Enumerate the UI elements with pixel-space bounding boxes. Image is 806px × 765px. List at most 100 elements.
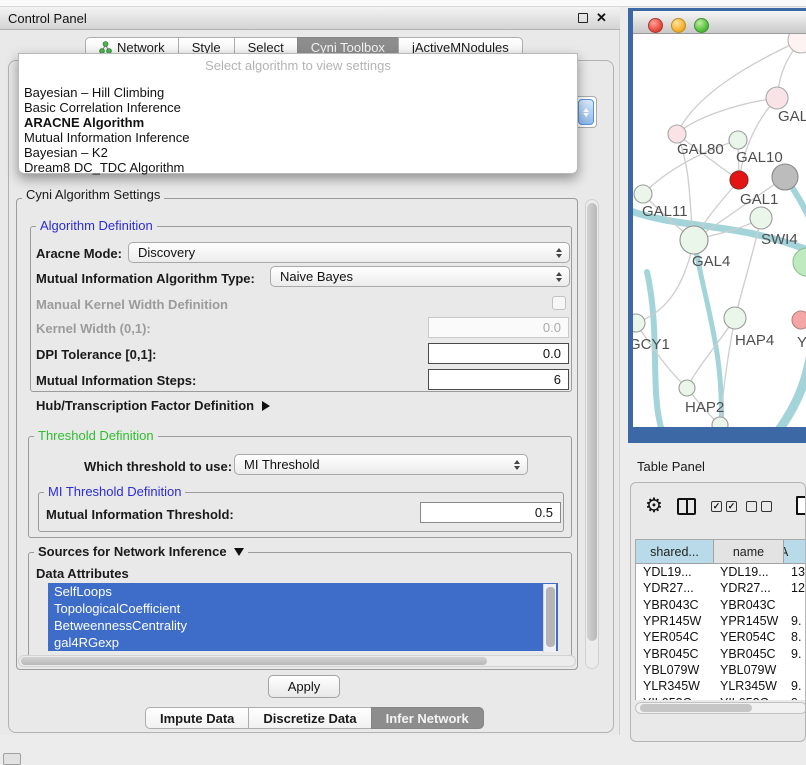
- table-row[interactable]: YBR043CYBR043C: [636, 597, 806, 613]
- tab-infer-network[interactable]: Infer Network: [371, 707, 484, 729]
- cyni-bottom-tabs: Impute Data Discretize Data Infer Networ…: [145, 707, 484, 729]
- column-header-shared-name[interactable]: shared...: [636, 540, 714, 563]
- network-window-titlebar[interactable]: [633, 11, 806, 34]
- dropdown-item[interactable]: Bayesian – K2: [24, 145, 572, 160]
- network-node[interactable]: [633, 314, 645, 332]
- kernel-width-field[interactable]: 0.0: [428, 317, 569, 338]
- node-label: GAL4: [692, 253, 730, 270]
- attributes-list-scrollbar[interactable]: [543, 584, 556, 652]
- network-node[interactable]: [634, 185, 652, 203]
- network-node[interactable]: [793, 248, 806, 276]
- node-label: Y: [797, 334, 806, 351]
- tab-discretize-data[interactable]: Discretize Data: [248, 707, 371, 729]
- network-node-red[interactable]: [730, 171, 748, 189]
- column-header-clipped[interactable]: A: [784, 540, 806, 563]
- network-node[interactable]: [792, 311, 806, 329]
- checked-checkbox-icon[interactable]: [711, 501, 722, 512]
- aracne-mode-combobox[interactable]: Discovery: [128, 242, 570, 263]
- gear-icon[interactable]: ⚙: [645, 493, 663, 518]
- table-row[interactable]: YDR27...YDR27...12: [636, 580, 806, 596]
- apply-button[interactable]: Apply: [268, 675, 340, 698]
- table-row[interactable]: YIL052CYIL052C9: [636, 694, 806, 700]
- which-threshold-combobox[interactable]: MI Threshold: [234, 454, 528, 475]
- combo-arrows-icon: [556, 272, 562, 282]
- dropdown-item[interactable]: Bayesian – Hill Climbing: [24, 85, 572, 100]
- table-row[interactable]: YDL19...YDL19...13: [636, 564, 806, 580]
- hub-definition-expander[interactable]: Hub/Transcription Factor Definition: [36, 398, 270, 413]
- node-label: GCY1: [633, 336, 670, 353]
- mi-type-combobox[interactable]: Naive Bayes: [270, 266, 570, 287]
- table-toolbar: ⚙: [631, 503, 806, 533]
- sources-expander[interactable]: Sources for Network Inference: [34, 544, 248, 559]
- split-columns-icon[interactable]: [677, 498, 696, 515]
- close-button[interactable]: [648, 18, 663, 33]
- table-row[interactable]: YBL079WYBL079W: [636, 662, 806, 678]
- node-label: GAL10: [736, 149, 783, 166]
- manual-kernel-label: Manual Kernel Width Definition: [36, 297, 228, 312]
- combo-arrows-icon: [556, 248, 562, 258]
- table-row[interactable]: YPR145WYPR145W9.: [636, 613, 806, 629]
- table-horizontal-scrollbar[interactable]: [635, 702, 806, 714]
- bottom-left-widget[interactable]: [3, 753, 21, 765]
- dpi-tolerance-label: DPI Tolerance [0,1]:: [36, 347, 156, 362]
- network-node[interactable]: [680, 226, 708, 254]
- tab-impute-data[interactable]: Impute Data: [145, 707, 249, 729]
- network-canvas[interactable]: GAL GAL80 GAL10 GAL1 GAL11 SWI4 GAL4 GCY…: [633, 34, 806, 427]
- dropdown-item-selected[interactable]: ARACNE Algorithm: [24, 115, 572, 130]
- minimize-button[interactable]: [671, 18, 686, 33]
- scrollbar-thumb[interactable]: [640, 704, 752, 712]
- attribute-item-selected[interactable]: SelfLoops: [48, 583, 558, 600]
- combo-value: Naive Bayes: [280, 269, 353, 284]
- scrollbar-thumb[interactable]: [587, 203, 597, 641]
- unchecked-checkbox-icon[interactable]: [746, 501, 757, 512]
- combo-value: MI Threshold: [244, 457, 320, 472]
- unchecked-checkbox-icon[interactable]: [761, 501, 772, 512]
- network-node[interactable]: [724, 307, 746, 329]
- table-body: YDL19...YDL19...13 YDR27...YDR27...12 YB…: [636, 564, 806, 700]
- network-node[interactable]: [712, 417, 728, 427]
- combo-value: Discovery: [138, 245, 195, 260]
- mi-type-label: Mutual Information Algorithm Type:: [36, 271, 255, 286]
- zoom-button[interactable]: [694, 18, 709, 33]
- scrollbar-thumb[interactable]: [21, 657, 487, 665]
- network-node[interactable]: [729, 131, 747, 149]
- combo-arrows-icon[interactable]: [578, 99, 594, 125]
- network-node[interactable]: [679, 380, 695, 396]
- dropdown-item[interactable]: Mutual Information Inference: [24, 130, 572, 145]
- attribute-item-selected[interactable]: BetweennessCentrality: [48, 617, 558, 634]
- node-label: GAL1: [740, 191, 778, 208]
- mi-threshold-field[interactable]: 0.5: [420, 502, 561, 523]
- manual-kernel-checkbox[interactable]: [552, 296, 566, 310]
- float-panel-icon[interactable]: [578, 13, 588, 23]
- network-node[interactable]: [766, 87, 788, 109]
- scrollbar-thumb[interactable]: [546, 587, 555, 647]
- column-header-name[interactable]: name: [714, 540, 784, 563]
- network-node-gray[interactable]: [772, 164, 798, 190]
- network-view-window: GAL GAL80 GAL10 GAL1 GAL11 SWI4 GAL4 GCY…: [628, 8, 806, 443]
- table-row[interactable]: YLR345WYLR345W9.: [636, 678, 806, 694]
- settings-horizontal-scrollbar[interactable]: [18, 655, 576, 667]
- attribute-item-selected[interactable]: TopologicalCoefficient: [48, 600, 558, 617]
- close-panel-icon[interactable]: ✕: [596, 10, 607, 26]
- mi-steps-field[interactable]: 6: [428, 369, 569, 390]
- node-label: GAL: [778, 108, 806, 125]
- kernel-width-label: Kernel Width (0,1):: [36, 321, 151, 336]
- network-graph[interactable]: GAL GAL80 GAL10 GAL1 GAL11 SWI4 GAL4 GCY…: [633, 34, 806, 427]
- mi-threshold-label: Mutual Information Threshold:: [46, 507, 234, 522]
- node-label: GAL11: [642, 203, 688, 220]
- dropdown-item[interactable]: Dream8 DC_TDC Algorithm: [24, 160, 572, 175]
- node-label: GAL80: [677, 141, 724, 158]
- dpi-tolerance-field[interactable]: 0.0: [428, 343, 569, 364]
- aracne-mode-label: Aracne Mode:: [36, 246, 122, 261]
- network-node[interactable]: [750, 207, 772, 229]
- attribute-item-selected[interactable]: gal4RGexp: [48, 634, 558, 651]
- network-node[interactable]: [788, 34, 806, 53]
- settings-vertical-scrollbar[interactable]: [585, 199, 599, 669]
- document-icon[interactable]: [796, 496, 806, 515]
- dropdown-item[interactable]: Basic Correlation Inference: [24, 100, 572, 115]
- table-row[interactable]: YBR045CYBR045C9.: [636, 645, 806, 661]
- checked-checkbox-icon[interactable]: [726, 501, 737, 512]
- app-root: Control Panel ✕ Network Style Select Cyn…: [0, 0, 806, 762]
- node-label: HAP4: [735, 332, 774, 349]
- table-row[interactable]: YER054CYER054C8.: [636, 629, 806, 645]
